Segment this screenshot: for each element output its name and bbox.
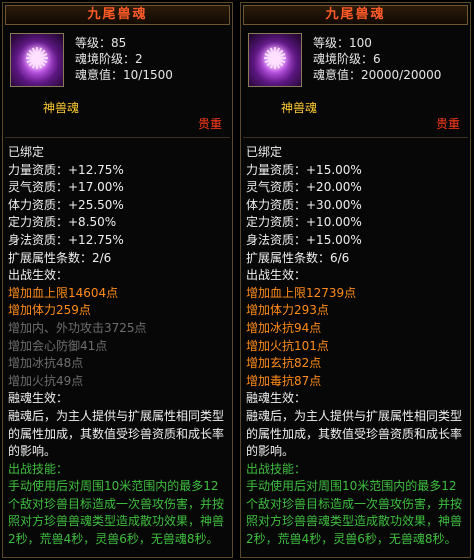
soul-type: 神兽魂: [43, 101, 80, 115]
fusion-description: 融魂后，为主人提供与扩展属性相同类型的属性加成，其数值受珍兽资质和成长率的影响。: [246, 408, 463, 459]
battle-effect-title: 出战生效：: [246, 268, 307, 283]
item-soul-value: 魂意值：10/1500: [75, 68, 173, 82]
rarity-row: 贵重: [241, 115, 470, 133]
fusion-title: 融魂生效：: [246, 391, 307, 406]
effect-active: 增加冰抗94点: [246, 320, 322, 335]
item-tooltip-right: 九尾兽魂 ✺ 等级：100 魂境阶级：6 魂意值：20000/20000 神兽魂…: [240, 2, 471, 558]
effect-active: 增加体力259点: [8, 303, 91, 318]
item-stats: 等级：100 魂境阶级：6 魂意值：20000/20000: [313, 35, 441, 83]
fox-spirit-icon: ✺: [262, 42, 288, 77]
effect-active: 增加体力293点: [246, 303, 329, 318]
attr-line: 力量资质：+12.75%: [8, 162, 124, 177]
skill-title: 出战技能：: [246, 461, 307, 476]
attr-line: 身法资质：+15.00%: [246, 232, 362, 247]
soul-type-row: 神兽魂: [241, 99, 470, 115]
item-level: 等级：100: [313, 36, 372, 50]
skill-description: 手动使用后对周围10米范围内的最多12个敌对珍兽目标造成一次兽攻伤害，并按照对方…: [246, 479, 463, 547]
rarity-label: 贵重: [435, 117, 460, 131]
item-details: 已绑定 力量资质：+12.75% 灵气资质：+17.00% 体力资质：+25.5…: [3, 144, 232, 549]
effect-inactive: 增加冰抗48点: [8, 356, 84, 371]
skill-title: 出战技能：: [8, 461, 69, 476]
effect-active: 增加血上限14604点: [8, 285, 119, 300]
item-tier: 魂境阶级：2: [75, 52, 143, 66]
attr-line: 定力资质：+10.00%: [246, 215, 362, 230]
item-header: ✺ 等级：100 魂境阶级：6 魂意值：20000/20000: [241, 25, 470, 99]
soul-type: 神兽魂: [281, 101, 318, 115]
bound-status: 已绑定: [246, 145, 283, 159]
nine-tail-soul-icon[interactable]: ✺: [10, 33, 64, 87]
attr-line: 体力资质：+25.50%: [8, 197, 124, 212]
divider: [243, 137, 468, 138]
effect-inactive: 增加火抗49点: [8, 373, 84, 388]
ext-attr-count: 扩展属性条数：6/6: [246, 250, 350, 265]
nine-tail-soul-icon[interactable]: ✺: [248, 33, 302, 87]
item-tooltip-left: 九尾兽魂 ✺ 等级：85 魂境阶级：2 魂意值：10/1500 神兽魂 贵重 已…: [2, 2, 233, 558]
effect-active: 增加毒抗87点: [246, 373, 322, 388]
item-title: 九尾兽魂: [5, 5, 230, 25]
rarity-label: 贵重: [197, 117, 222, 131]
item-title: 九尾兽魂: [243, 5, 468, 25]
effect-active: 增加血上限12739点: [246, 285, 357, 300]
divider: [5, 137, 230, 138]
ext-attr-count: 扩展属性条数：2/6: [8, 250, 112, 265]
attr-line: 身法资质：+12.75%: [8, 232, 124, 247]
fox-spirit-icon: ✺: [24, 42, 50, 77]
attr-line: 定力资质：+8.50%: [8, 215, 117, 230]
bound-status: 已绑定: [8, 145, 45, 159]
effect-active: 增加玄抗82点: [246, 356, 322, 371]
tooltip-compare-view: 九尾兽魂 ✺ 等级：85 魂境阶级：2 魂意值：10/1500 神兽魂 贵重 已…: [0, 0, 474, 560]
attr-line: 灵气资质：+17.00%: [8, 180, 124, 195]
attr-line: 灵气资质：+20.00%: [246, 180, 362, 195]
soul-type-row: 神兽魂: [3, 99, 232, 115]
item-level: 等级：85: [75, 36, 127, 50]
item-stats: 等级：85 魂境阶级：2 魂意值：10/1500: [75, 35, 173, 83]
attr-line: 力量资质：+15.00%: [246, 162, 362, 177]
item-header: ✺ 等级：85 魂境阶级：2 魂意值：10/1500: [3, 25, 232, 99]
fusion-description: 融魂后，为主人提供与扩展属性相同类型的属性加成，其数值受珍兽资质和成长率的影响。: [8, 408, 225, 459]
item-details: 已绑定 力量资质：+15.00% 灵气资质：+20.00% 体力资质：+30.0…: [241, 144, 470, 549]
attr-line: 体力资质：+30.00%: [246, 197, 362, 212]
fusion-title: 融魂生效：: [8, 391, 69, 406]
rarity-row: 贵重: [3, 115, 232, 133]
item-soul-value: 魂意值：20000/20000: [313, 68, 442, 82]
item-tier: 魂境阶级：6: [313, 52, 381, 66]
battle-effect-title: 出战生效：: [8, 268, 69, 283]
effect-inactive: 增加会心防御41点: [8, 338, 108, 353]
skill-description: 手动使用后对周围10米范围内的最多12个敌对珍兽目标造成一次兽攻伤害，并按照对方…: [8, 479, 225, 547]
effect-active: 增加火抗101点: [246, 338, 329, 353]
effect-inactive: 增加内、外功攻击3725点: [8, 320, 147, 335]
